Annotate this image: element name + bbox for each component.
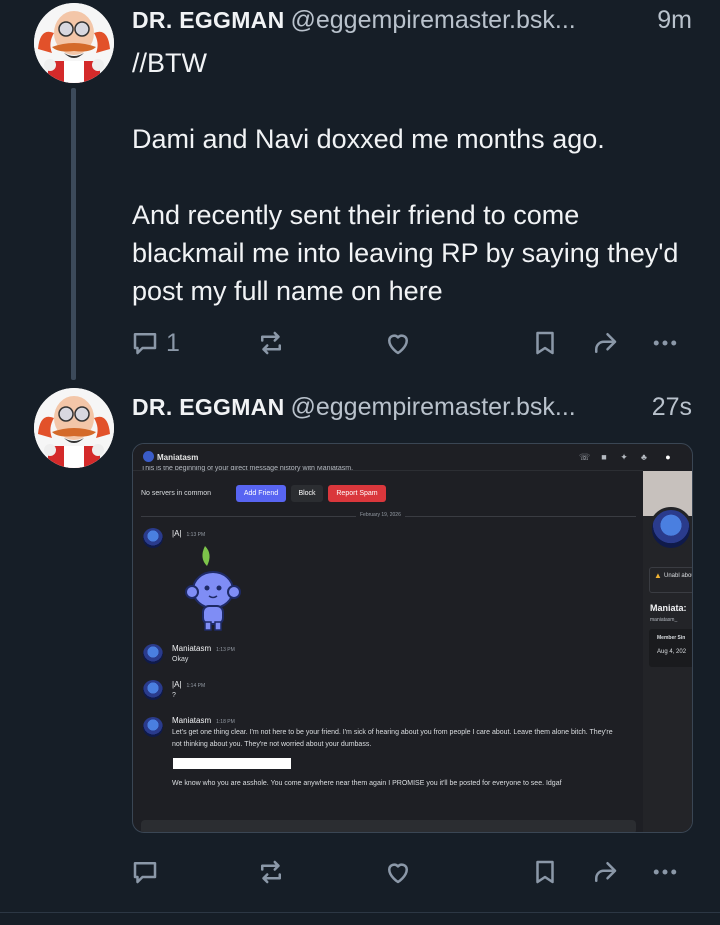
profile-avatar[interactable] bbox=[649, 507, 692, 551]
handle[interactable]: @eggempiremaster.bsk... bbox=[291, 393, 576, 421]
eggman-avatar-icon bbox=[34, 3, 114, 83]
call-icon[interactable]: ☏ bbox=[579, 452, 590, 462]
member-since-date: Aug 4, 202 bbox=[657, 649, 687, 655]
reply-count: 1 bbox=[166, 328, 180, 357]
bookmark-icon bbox=[536, 331, 554, 355]
wumpus-sticker-icon bbox=[185, 546, 241, 631]
post-2[interactable]: DR. EGGMAN @eggempiremaster.bsk... 27s Ma… bbox=[0, 380, 720, 920]
date-divider: February 19, 2026 bbox=[356, 512, 405, 518]
share-icon bbox=[595, 862, 617, 882]
avatar[interactable] bbox=[143, 680, 163, 700]
bookmark-button[interactable] bbox=[530, 325, 560, 361]
timestamp[interactable]: 27s bbox=[652, 390, 692, 424]
post-actions: 1 bbox=[130, 325, 690, 361]
profile-panel: ▲ Unabl about Maniata: maniatasm_ Member… bbox=[643, 471, 692, 832]
message-text: Okay bbox=[172, 656, 189, 663]
message-author: Maniatasm 1:13 PM bbox=[172, 644, 235, 653]
warning-icon: ▲ bbox=[654, 571, 662, 580]
share-button[interactable] bbox=[590, 325, 620, 361]
profile-icon[interactable]: ● bbox=[663, 452, 673, 462]
embedded-image[interactable]: Maniatasm ☏ ■ ✦ ♣ ● This is the beginnin… bbox=[132, 443, 693, 833]
warning-box: ▲ Unabl about bbox=[649, 567, 692, 593]
handle[interactable]: @eggempiremaster.bsk... bbox=[291, 6, 576, 34]
avatar[interactable] bbox=[34, 388, 114, 468]
repost-button[interactable] bbox=[256, 854, 286, 890]
timestamp[interactable]: 9m bbox=[657, 3, 692, 37]
repost-button[interactable] bbox=[256, 325, 286, 361]
repost-icon bbox=[261, 331, 281, 355]
post-actions bbox=[130, 854, 690, 890]
message-author: |A| 1:14 PM bbox=[172, 680, 206, 689]
warning-text: Unabl about bbox=[664, 573, 692, 579]
eggman-avatar-icon bbox=[34, 388, 114, 468]
heart-icon bbox=[388, 863, 408, 884]
message-text: Let's get one thing clear. I'm not here … bbox=[172, 729, 613, 748]
like-button[interactable] bbox=[383, 325, 413, 361]
more-icon bbox=[653, 869, 677, 875]
video-icon[interactable]: ■ bbox=[599, 452, 609, 462]
redaction-bar bbox=[173, 758, 291, 769]
no-servers-label: No servers in common bbox=[141, 490, 212, 497]
avatar[interactable] bbox=[143, 717, 163, 737]
post-header: DR. EGGMAN @eggempiremaster.bsk... 9m bbox=[132, 3, 692, 37]
share-button[interactable] bbox=[590, 854, 620, 890]
member-since-label: Member Sin bbox=[657, 635, 686, 641]
message-text: We know who you are asshole. You come an… bbox=[172, 780, 562, 787]
divider bbox=[0, 912, 720, 913]
share-icon bbox=[595, 333, 617, 353]
more-options-button[interactable] bbox=[650, 325, 680, 361]
reply-button[interactable]: 1 bbox=[130, 325, 180, 361]
display-name[interactable]: DR. EGGMAN bbox=[132, 394, 285, 420]
thread-line bbox=[71, 88, 76, 380]
user-avatar-icon bbox=[143, 451, 154, 462]
add-user-icon[interactable]: ♣ bbox=[639, 452, 649, 462]
avatar[interactable] bbox=[143, 528, 163, 548]
reply-icon bbox=[133, 862, 157, 884]
avatar[interactable] bbox=[143, 644, 163, 664]
history-start-text: This is the beginning of your direct mes… bbox=[141, 466, 354, 472]
repost-icon bbox=[261, 860, 281, 884]
profile-username: maniatasm_ bbox=[650, 617, 678, 623]
more-icon bbox=[653, 340, 677, 346]
member-since-box: Member Sin Aug 4, 202 bbox=[649, 629, 692, 667]
avatar[interactable] bbox=[34, 3, 114, 83]
like-button[interactable] bbox=[383, 854, 413, 890]
report-spam-button[interactable]: Report Spam bbox=[328, 485, 386, 502]
bookmark-button[interactable] bbox=[530, 854, 560, 890]
dm-title: Maniatasm bbox=[157, 453, 199, 462]
message-text: ? bbox=[172, 692, 176, 699]
post-text: //BTW Dami and Navi doxxed me months ago… bbox=[132, 48, 679, 306]
profile-name: Maniata: bbox=[650, 603, 687, 613]
message-input[interactable] bbox=[141, 820, 636, 832]
add-friend-button[interactable]: Add Friend bbox=[236, 485, 286, 502]
bookmark-icon bbox=[536, 860, 554, 884]
heart-icon bbox=[388, 334, 408, 355]
block-button[interactable]: Block bbox=[291, 485, 323, 502]
reply-icon bbox=[133, 333, 157, 355]
post-1[interactable]: DR. EGGMAN @eggempiremaster.bsk... 9m //B… bbox=[0, 0, 720, 380]
reply-button[interactable] bbox=[130, 854, 160, 890]
pin-icon[interactable]: ✦ bbox=[619, 452, 629, 462]
message-author: Maniatasm 1:18 PM bbox=[172, 716, 235, 725]
display-name[interactable]: DR. EGGMAN bbox=[132, 7, 285, 33]
more-options-button[interactable] bbox=[650, 854, 680, 890]
post-header: DR. EGGMAN @eggempiremaster.bsk... 27s bbox=[132, 390, 692, 424]
message-author: |A| 1:13 PM bbox=[172, 529, 206, 538]
